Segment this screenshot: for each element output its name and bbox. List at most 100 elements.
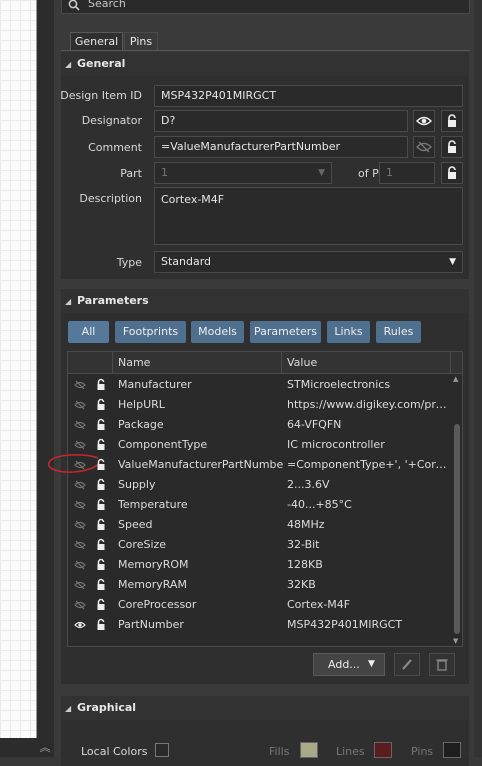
type-select[interactable]: Standard ▼ (154, 251, 463, 273)
table-row[interactable]: MemoryROM 128KB (68, 555, 454, 575)
param-value[interactable]: 32-Bit (287, 535, 452, 555)
eye-icon (416, 116, 432, 126)
lock-icon[interactable] (96, 378, 106, 391)
eye-hidden-icon[interactable] (74, 439, 86, 451)
filter-parameters-button[interactable]: Parameters (250, 321, 321, 343)
param-value[interactable]: 2...3.6V (287, 475, 452, 495)
lock-icon[interactable] (96, 438, 106, 451)
description-field[interactable]: Cortex-M4F (154, 187, 463, 245)
eye-hidden-icon[interactable] (74, 479, 86, 491)
lock-icon[interactable] (96, 418, 106, 431)
design-item-id-field[interactable]: MSP432P401MIRGCT (154, 85, 463, 107)
filter-footprints-button[interactable]: Footprints (115, 321, 186, 343)
general-section-header[interactable]: ◢ General (61, 52, 469, 76)
lock-icon[interactable] (96, 578, 106, 591)
column-header-name[interactable]: Name (118, 356, 150, 369)
filter-rules-button[interactable]: Rules (376, 321, 421, 343)
param-value[interactable]: MSP432P401MIRGCT (287, 615, 452, 635)
eye-hidden-icon[interactable] (74, 579, 86, 591)
panel-scrollbar[interactable] (474, 0, 482, 757)
param-value[interactable]: 32KB (287, 575, 452, 595)
scroll-thumb[interactable] (454, 424, 460, 634)
add-button[interactable]: Add... ▼ (313, 653, 385, 676)
scroll-down-icon[interactable]: ▼ (453, 637, 458, 645)
lock-icon[interactable] (96, 538, 106, 551)
lock-icon[interactable] (96, 498, 106, 511)
param-value[interactable]: IC microcontroller (287, 435, 452, 455)
param-value[interactable]: 64-VFQFN (287, 415, 452, 435)
filter-links-button[interactable]: Links (327, 321, 370, 343)
table-row[interactable]: Temperature -40...+85°C (68, 495, 454, 515)
comment-visibility-button[interactable] (413, 136, 435, 158)
annotation-circle (47, 454, 99, 473)
part-label: Part (120, 167, 142, 180)
fills-color-swatch[interactable] (300, 742, 318, 758)
filter-all-button[interactable]: All (68, 321, 109, 343)
param-value[interactable]: 128KB (287, 555, 452, 575)
search-input[interactable]: Search (88, 0, 126, 10)
table-scrollbar[interactable]: ▲ ▼ (452, 374, 462, 646)
tab-pins-label: Pins (129, 35, 153, 48)
part-select[interactable]: 1 ▼ (154, 162, 332, 184)
lock-icon[interactable] (96, 478, 106, 491)
table-row[interactable]: Speed 48MHz (68, 515, 454, 535)
chevron-up-icon[interactable]: ︽ (38, 739, 52, 754)
eye-hidden-icon[interactable] (74, 419, 86, 431)
table-row[interactable]: ComponentType IC microcontroller (68, 435, 454, 455)
edit-button[interactable] (394, 653, 420, 676)
eye-hidden-icon[interactable] (74, 539, 86, 551)
param-value[interactable]: STMicroelectronics (287, 375, 452, 395)
eye-hidden-icon[interactable] (74, 499, 86, 511)
eye-hidden-icon[interactable] (74, 379, 86, 391)
param-value[interactable]: Cortex-M4F (287, 595, 452, 615)
param-name: MemoryRAM (118, 578, 187, 591)
designator-field[interactable]: D? (154, 110, 408, 132)
search-box[interactable]: Search (61, 0, 470, 14)
designator-visibility-button[interactable] (413, 110, 435, 132)
panel-splitter[interactable] (37, 0, 54, 757)
table-row[interactable]: PartNumber MSP432P401MIRGCT (68, 615, 454, 635)
table-row[interactable]: CoreSize 32-Bit (68, 535, 454, 555)
param-value[interactable]: https://www.digikey.com/pro... (287, 395, 452, 415)
local-colors-checkbox[interactable] (155, 743, 169, 757)
designator-lock-button[interactable] (441, 110, 463, 132)
schematic-canvas[interactable] (0, 0, 37, 757)
tab-general[interactable]: General (70, 32, 123, 50)
table-row[interactable]: CoreProcessor Cortex-M4F (68, 595, 454, 615)
tab-pins[interactable]: Pins (124, 32, 158, 50)
delete-button[interactable] (429, 653, 455, 676)
eye-hidden-icon[interactable] (74, 559, 86, 571)
param-value[interactable]: =ComponentType+', '+CoreSi... (287, 455, 452, 475)
parameters-table: Name Value Manufacturer STMicroelectronic… (67, 351, 463, 647)
table-row[interactable]: HelpURL https://www.digikey.com/pro... (68, 395, 454, 415)
eye-hidden-icon[interactable] (74, 599, 86, 611)
comment-field[interactable]: =ValueManufacturerPartNumber (154, 136, 408, 158)
collapse-triangle-icon: ◢ (65, 60, 72, 69)
param-value[interactable]: 48MHz (287, 515, 452, 535)
comment-lock-button[interactable] (441, 136, 463, 158)
lines-color-swatch[interactable] (374, 742, 392, 758)
lock-icon[interactable] (96, 518, 106, 531)
parameters-section-header[interactable]: ◢ Parameters (61, 289, 469, 313)
eye-icon[interactable] (74, 619, 86, 631)
scroll-up-icon[interactable]: ▲ (453, 375, 458, 383)
param-name: HelpURL (118, 398, 165, 411)
graphical-section-header[interactable]: ◢ Graphical (61, 696, 469, 720)
eye-hidden-icon[interactable] (74, 519, 86, 531)
part-lock-button[interactable] (441, 162, 463, 184)
table-row[interactable]: Manufacturer STMicroelectronics (68, 375, 454, 395)
lock-icon[interactable] (96, 558, 106, 571)
param-value[interactable]: -40...+85°C (287, 495, 452, 515)
column-header-value[interactable]: Value (287, 356, 317, 369)
table-row[interactable]: ValueManufacturerPartNumber =ComponentTyp… (68, 455, 454, 475)
table-row[interactable]: Package 64-VFQFN (68, 415, 454, 435)
pins-color-swatch[interactable] (443, 742, 461, 758)
lock-icon[interactable] (96, 618, 106, 631)
table-row[interactable]: MemoryRAM 32KB (68, 575, 454, 595)
dropdown-arrow-icon: ▼ (368, 659, 375, 669)
lock-icon[interactable] (96, 598, 106, 611)
eye-hidden-icon[interactable] (74, 399, 86, 411)
lock-icon[interactable] (96, 398, 106, 411)
table-row[interactable]: Supply 2...3.6V (68, 475, 454, 495)
filter-models-button[interactable]: Models (191, 321, 244, 343)
